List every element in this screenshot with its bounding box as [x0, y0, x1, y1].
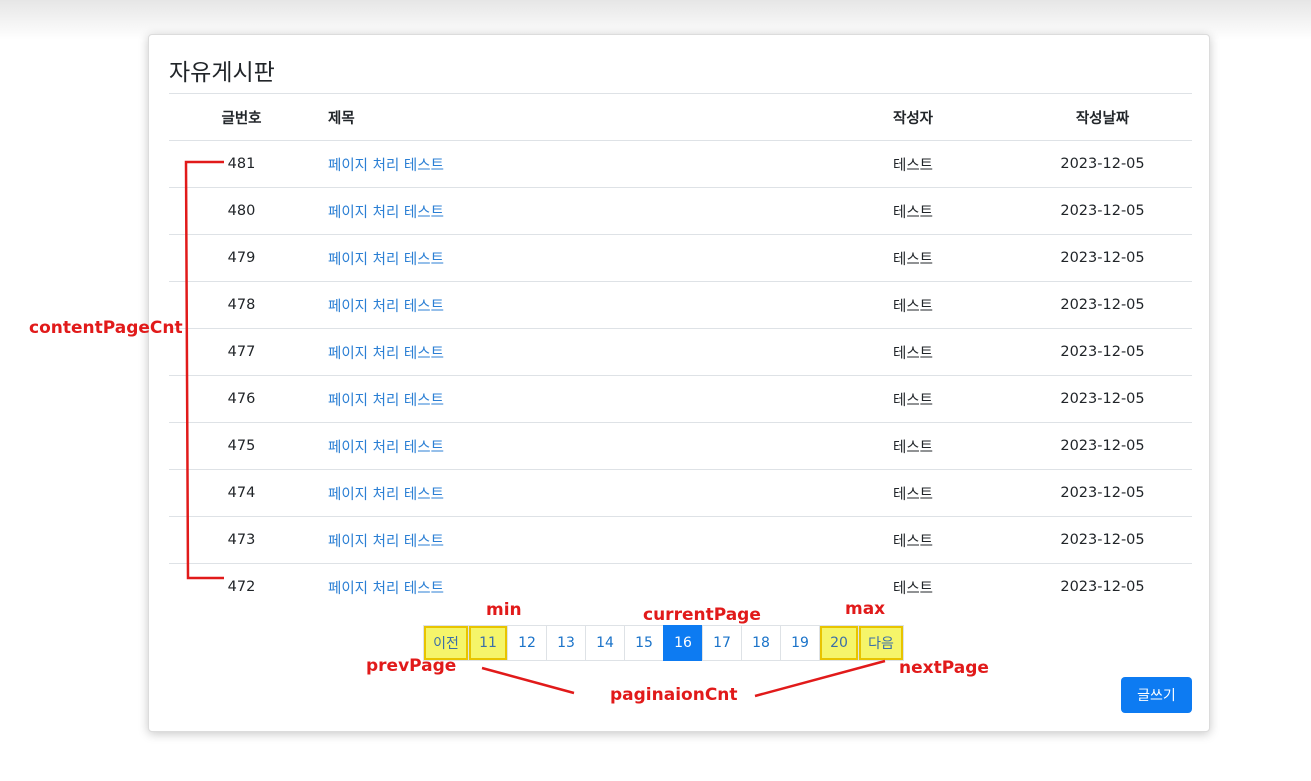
pagination-line-right — [754, 659, 886, 698]
pagination-line-left — [481, 666, 575, 695]
annotation-min: min — [486, 600, 522, 620]
annotation-content-page-cnt: contentPageCnt — [29, 318, 183, 338]
annotation-next-page: nextPage — [899, 658, 989, 678]
annotation-max: max — [845, 599, 886, 619]
annotation-prev-page: prevPage — [366, 656, 457, 676]
content-bracket-line — [184, 160, 224, 580]
annotation-pagination-cnt: paginaionCnt — [610, 685, 738, 705]
annotation-lines — [184, 160, 886, 698]
annotation-current-page: currentPage — [643, 605, 761, 625]
